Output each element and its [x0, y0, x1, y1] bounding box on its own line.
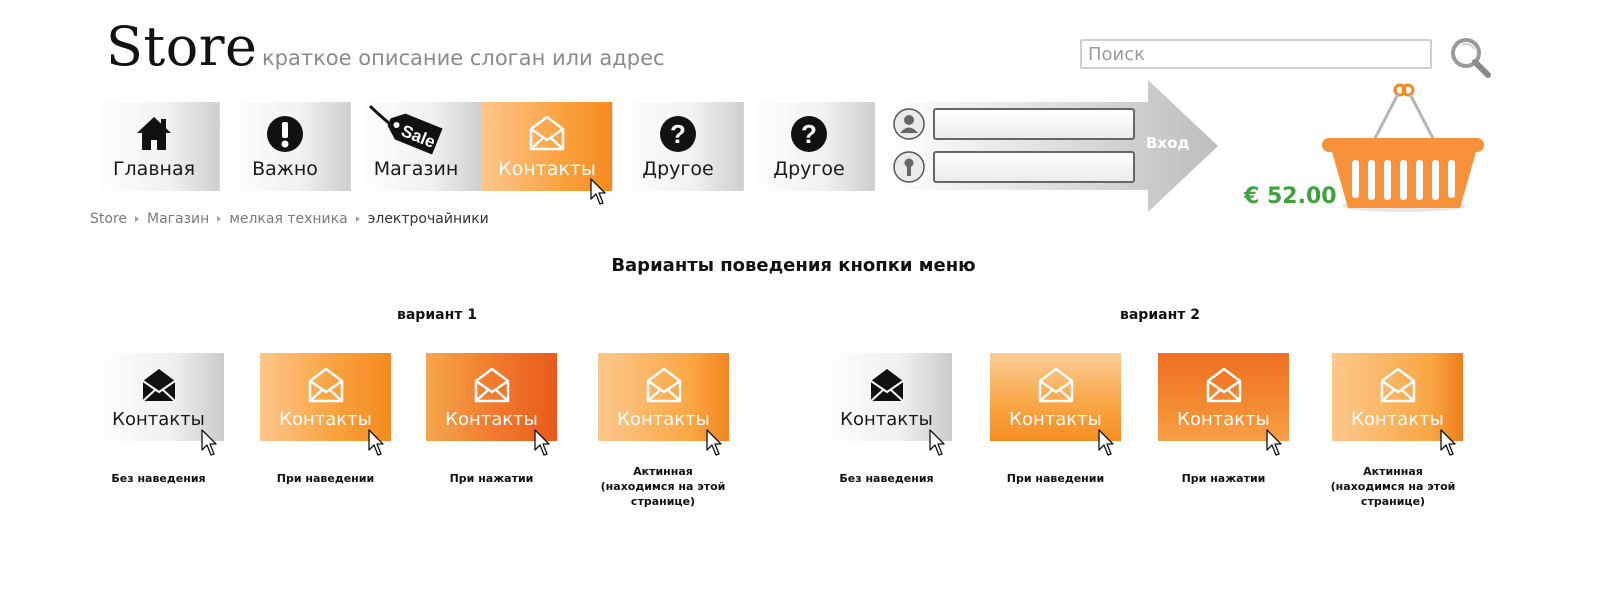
- nav-item-contacts[interactable]: Контакты: [482, 102, 613, 205]
- mouse-cursor-icon: [201, 429, 217, 456]
- basket-icon: [1322, 83, 1484, 212]
- demo-button-active[interactable]: Контакты: [1332, 353, 1463, 456]
- caption-pressed: При нажатии: [1181, 472, 1266, 485]
- svg-text:?: ?: [801, 119, 817, 149]
- mouse-cursor-icon: [1266, 429, 1282, 456]
- envelope-icon: [528, 114, 566, 156]
- mouse-cursor-icon: [706, 429, 722, 456]
- username-input[interactable]: [933, 108, 1135, 140]
- envelope-icon: [646, 367, 682, 407]
- demo-button-normal[interactable]: Контакты: [821, 353, 952, 456]
- store-tagline: краткое описание слоган или адрес: [262, 46, 665, 70]
- envelope-icon: [308, 367, 344, 407]
- demo-button-pressed[interactable]: Контакты: [426, 353, 557, 456]
- caption-pressed: При нажатии: [449, 472, 534, 485]
- breadcrumb-separator-icon: [217, 216, 222, 222]
- nav-item-home[interactable]: Главная: [89, 102, 220, 191]
- mouse-cursor-icon: [1440, 429, 1456, 456]
- search-icon: [1451, 38, 1491, 78]
- caption-active-line1: Актинная: [1363, 465, 1423, 478]
- main-nav: Главная Важно Sale Магазин Контакты ? Др…: [89, 102, 879, 205]
- svg-text:?: ?: [670, 119, 686, 149]
- password-input[interactable]: [933, 151, 1135, 183]
- login-button[interactable]: Вход: [1146, 134, 1206, 156]
- home-icon: [134, 114, 174, 158]
- exclamation-icon: [265, 114, 305, 158]
- demo-button-label: Контакты: [1009, 409, 1102, 430]
- variant-1-title: вариант 1: [397, 307, 477, 323]
- section-title: Варианты поведения кнопки меню: [611, 255, 976, 276]
- demo-button-label: Контакты: [1351, 409, 1444, 430]
- envelope-icon: [1038, 367, 1074, 407]
- search-button[interactable]: [1448, 35, 1492, 79]
- breadcrumb-item-shop[interactable]: Магазин: [147, 211, 209, 227]
- caption-active: Актинная (находимся на этой странице): [573, 464, 753, 509]
- demo-button-hover[interactable]: Контакты: [990, 353, 1121, 456]
- caption-active-line2: (находимся на этой странице): [600, 480, 726, 508]
- nav-item-label: Другое: [773, 158, 845, 180]
- breadcrumb-separator-icon: [355, 216, 360, 222]
- nav-item-label: Магазин: [373, 158, 459, 180]
- envelope-icon: [474, 367, 510, 407]
- mouse-cursor-icon: [1098, 429, 1114, 456]
- caption-active: Актинная (находимся на этой странице): [1303, 464, 1483, 509]
- demo-button-normal[interactable]: Контакты: [93, 353, 224, 456]
- breadcrumb-item-store[interactable]: Store: [90, 211, 127, 227]
- nav-item-shop[interactable]: Sale Магазин: [351, 102, 482, 191]
- key-icon: [893, 151, 925, 183]
- nav-item-important[interactable]: Важно: [220, 102, 351, 191]
- envelope-icon: [869, 367, 905, 407]
- sale-tag-icon: Sale: [368, 104, 448, 164]
- nav-item-other-1[interactable]: ? Другое: [613, 102, 744, 191]
- nav-item-label: Главная: [112, 158, 196, 180]
- search-input[interactable]: [1080, 39, 1432, 69]
- demo-button-active[interactable]: Контакты: [598, 353, 729, 456]
- breadcrumb-item-current: электрочайники: [367, 211, 489, 227]
- caption-normal: Без наведения: [839, 472, 934, 485]
- mouse-cursor-icon: [534, 429, 550, 456]
- envelope-icon: [1206, 367, 1242, 407]
- store-logo[interactable]: Store: [106, 14, 257, 80]
- question-icon: ?: [658, 114, 698, 158]
- demo-button-label: Контакты: [279, 409, 372, 430]
- user-icon: [893, 108, 925, 140]
- demo-button-label: Контакты: [112, 409, 205, 430]
- mouse-cursor-icon: [368, 429, 384, 456]
- demo-button-label: Контакты: [617, 409, 710, 430]
- caption-normal: Без наведения: [111, 472, 206, 485]
- caption-active-line1: Актинная: [633, 465, 693, 478]
- caption-hover: При наведении: [276, 472, 375, 485]
- demo-button-pressed[interactable]: Контакты: [1158, 353, 1289, 456]
- nav-item-label: Другое: [642, 158, 714, 180]
- caption-active-line2: (находимся на этой странице): [1330, 480, 1456, 508]
- cart-button[interactable]: [1318, 80, 1488, 224]
- nav-item-label: Важно: [252, 158, 318, 180]
- demo-button-label: Контакты: [1177, 409, 1270, 430]
- mouse-cursor-icon: [929, 429, 945, 456]
- question-icon: ?: [789, 114, 829, 158]
- demo-button-label: Контакты: [445, 409, 538, 430]
- demo-button-hover[interactable]: Контакты: [260, 353, 391, 456]
- envelope-icon: [141, 367, 177, 407]
- nav-item-other-2[interactable]: ? Другое: [744, 102, 875, 191]
- variant-2-title: вариант 2: [1120, 307, 1200, 323]
- breadcrumb-item-small-appliances[interactable]: мелкая техника: [229, 211, 347, 227]
- nav-item-label: Контакты: [498, 158, 596, 180]
- breadcrumb: Store Магазин мелкая техника электрочайн…: [90, 211, 489, 227]
- breadcrumb-separator-icon: [135, 216, 140, 222]
- envelope-icon: [1380, 367, 1416, 407]
- demo-button-label: Контакты: [840, 409, 933, 430]
- caption-hover: При наведении: [1006, 472, 1105, 485]
- mouse-cursor-icon: [590, 178, 606, 205]
